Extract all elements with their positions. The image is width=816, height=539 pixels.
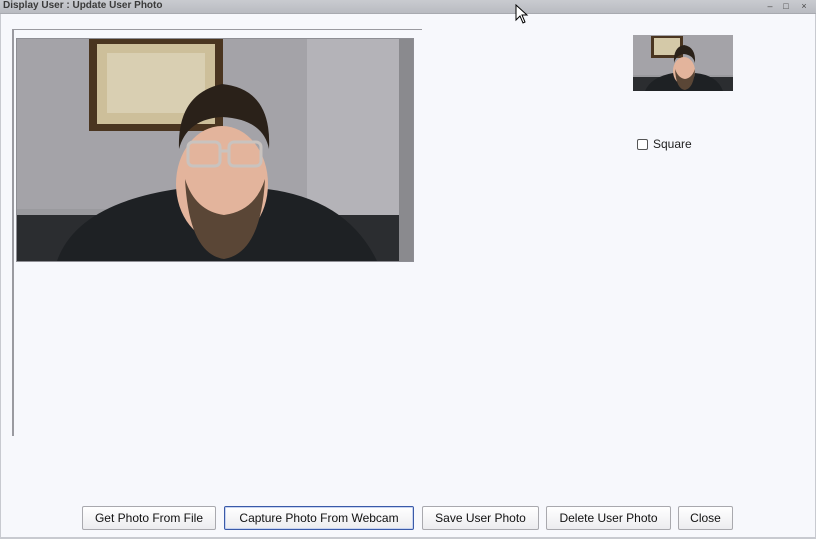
- photo-thumbnail-image: [633, 35, 733, 91]
- square-label: Square: [653, 137, 692, 151]
- title-bar[interactable]: Display User : Update User Photo – □ ×: [0, 0, 816, 14]
- close-button[interactable]: Close: [678, 506, 733, 530]
- mouse-pointer-icon: [515, 3, 529, 29]
- square-option[interactable]: Square: [637, 136, 692, 152]
- webcam-photo-image: [17, 39, 413, 261]
- get-photo-from-file-button[interactable]: Get Photo From File: [82, 506, 216, 530]
- minimize-icon[interactable]: –: [763, 0, 777, 12]
- close-icon[interactable]: ×: [797, 0, 811, 12]
- delete-user-photo-button[interactable]: Delete User Photo: [546, 506, 671, 530]
- capture-photo-from-webcam-button[interactable]: Capture Photo From Webcam: [224, 506, 414, 530]
- window-border-left: [0, 14, 1, 539]
- save-user-photo-button[interactable]: Save User Photo: [422, 506, 539, 530]
- square-checkbox[interactable]: [637, 138, 648, 150]
- webcam-photo-preview: [16, 38, 414, 262]
- window-title: Display User : Update User Photo: [3, 0, 163, 11]
- photo-thumbnail: [633, 35, 733, 91]
- maximize-icon[interactable]: □: [779, 0, 793, 12]
